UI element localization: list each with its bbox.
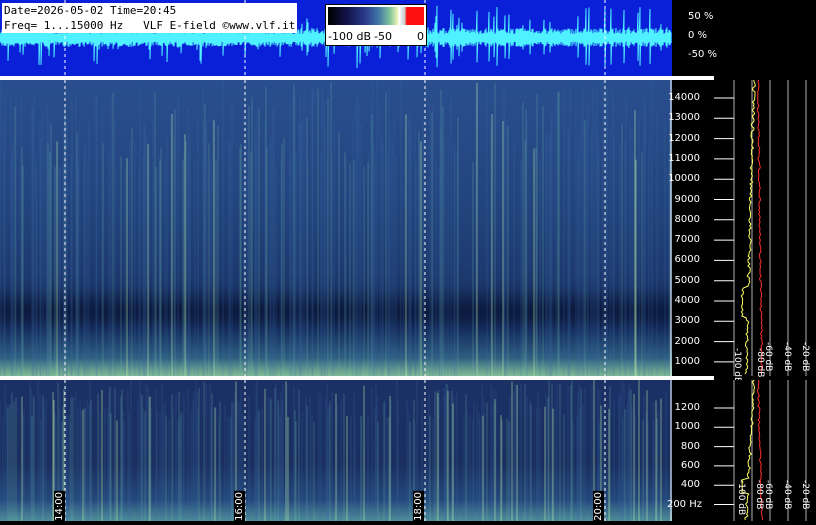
color-scale-min: -100 dB: [328, 30, 371, 43]
freq-tick-lower-5: 200 Hz: [666, 498, 702, 510]
freq-label: Freq= 1...15000 Hz VLF E-field ©www.vlf.…: [4, 19, 296, 32]
profile-upper: -100 dB -80 dB -60 dB -40 dB -20 dB: [714, 79, 816, 383]
time-label-2000: 20:00: [593, 491, 604, 522]
freq-tick-upper-3: 11000: [668, 152, 700, 164]
date-time-label: Date=2026-05-02 Time=20:45: [4, 4, 177, 17]
freq-tick-upper-7: 7000: [674, 234, 700, 246]
freq-tick-upper-4: 10000: [668, 173, 700, 185]
freq-tick-upper-6: 8000: [674, 213, 700, 225]
freq-tick-upper-11: 3000: [674, 315, 700, 327]
profile-lower-db-100: -100 dB: [736, 480, 746, 516]
spectrogram-lower: [0, 380, 672, 521]
time-label-1600: 16:00: [234, 491, 245, 522]
profile-lower-db-20: -20 dB: [800, 480, 810, 510]
profile-upper-db-40: -40 dB: [782, 342, 792, 372]
time-label-1800: 18:00: [413, 491, 424, 522]
profile-upper-db-20: -20 dB: [800, 342, 810, 372]
waveform-axis-50: 50 %: [688, 11, 714, 22]
freq-tick-upper-10: 4000: [674, 295, 700, 306]
profile-lower-db-60: -60 dB: [763, 480, 773, 510]
color-scale-gradient: [328, 7, 424, 25]
freq-tick-lower-2: 800: [680, 440, 700, 452]
time-label-1400: 14:00: [54, 491, 65, 522]
freq-tick-lower-1: 1000: [674, 421, 700, 433]
color-scale-mid: -50: [374, 30, 392, 43]
freq-tick-upper-12: 2000: [674, 335, 700, 347]
profile-upper-db-60: -60 dB: [763, 342, 773, 372]
freq-tick-upper-13: 1000: [674, 355, 700, 367]
freq-tick-upper-8: 6000: [674, 254, 700, 266]
freq-tick-upper-0: 14000: [668, 92, 700, 103]
waveform-axis-0: 0 %: [688, 30, 708, 41]
freq-tick-lower-3: 600: [680, 459, 700, 471]
info-box: Date=2026-05-02 Time=20:45 Freq= 1...150…: [2, 3, 298, 33]
profile-lower-db-40: -40 dB: [782, 480, 792, 510]
freq-tick-upper-2: 12000: [668, 132, 700, 144]
color-scale: -100 dB -50 0: [325, 4, 427, 46]
freq-tick-upper-9: 5000: [674, 274, 700, 286]
spectrogram-lower-texture: [0, 380, 672, 521]
waveform-panel: Date=2026-05-02 Time=20:45 Freq= 1...150…: [0, 0, 672, 76]
profile-upper-db-100: -100 dB: [732, 348, 742, 384]
profile-lower: -100 dB -80 dB -60 dB -40 dB -20 dB: [714, 379, 816, 525]
profile-upper-plot: [714, 79, 807, 376]
spectrogram-upper-texture: [0, 80, 672, 376]
waveform-axis-neg50: -50 %: [688, 49, 718, 60]
freq-tick-lower-4: 400: [680, 479, 700, 491]
freq-tick-upper-1: 13000: [668, 112, 700, 124]
color-scale-max: 0: [417, 30, 424, 43]
spectrogram-upper: [0, 80, 672, 376]
freq-tick-lower-0: 1200: [674, 402, 700, 413]
freq-tick-upper-5: 9000: [674, 193, 700, 205]
